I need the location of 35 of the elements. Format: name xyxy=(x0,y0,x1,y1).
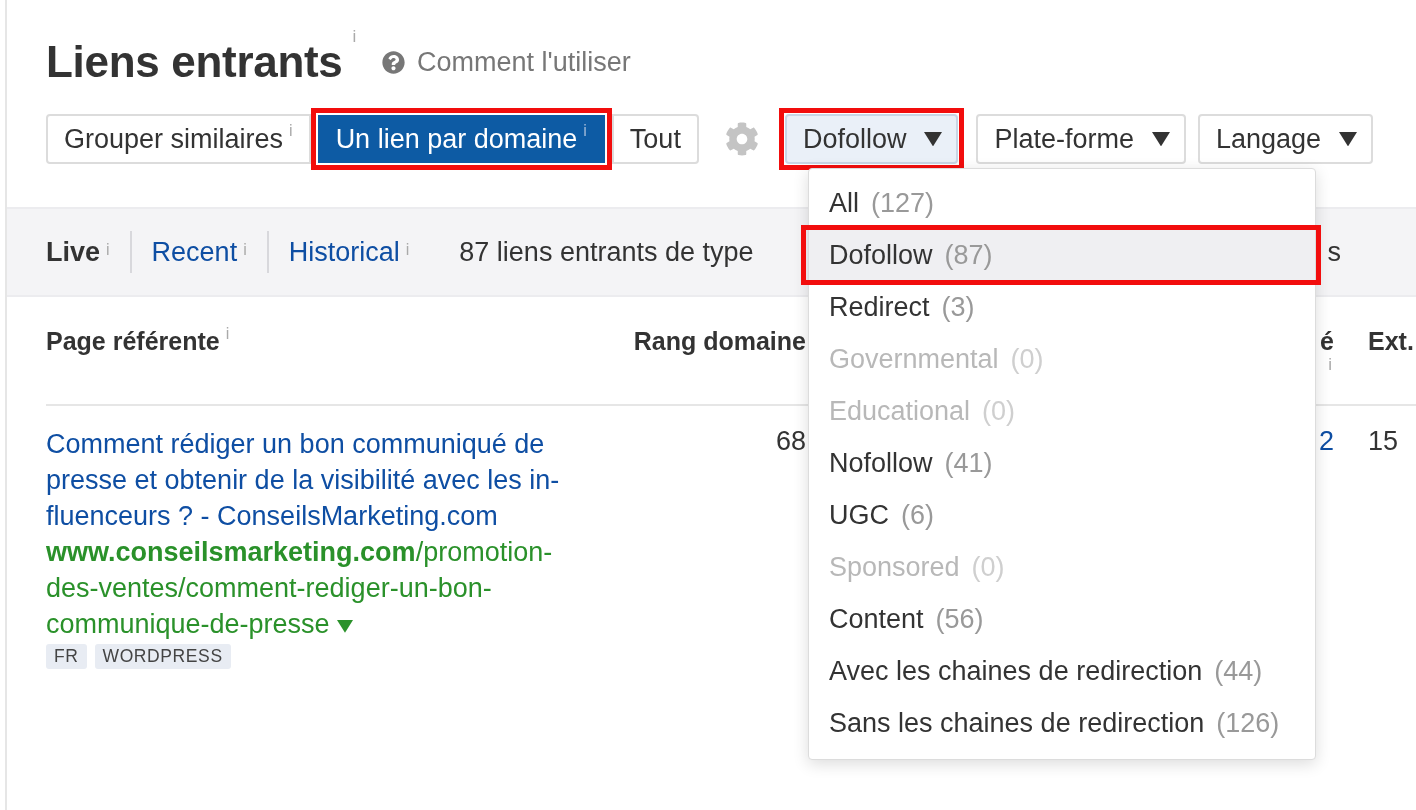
summary-text: 87 liens entrants de type xyxy=(459,236,754,268)
filter-dropdown[interactable]: Dofollow xyxy=(784,114,959,164)
mode-button[interactable]: Grouper similaires $^{i}$ xyxy=(46,114,311,164)
page-url-link[interactable]: www.conseilsmarketing.com/promotion-des-ventes/comment-rediger-un-bon-communique-de-presse xyxy=(46,534,590,642)
mode-button[interactable]: Un lien par domaine $^{i}$ xyxy=(317,115,605,163)
caret-icon xyxy=(924,131,943,147)
menu-item[interactable]: UGC (6) xyxy=(809,489,1315,541)
caret-icon xyxy=(1152,131,1170,147)
menu-item[interactable]: Sans les chaines de redirection (126) xyxy=(809,697,1315,749)
view-tab[interactable]: Recent $^{i}$ xyxy=(129,231,267,273)
filter-dropdown[interactable]: Langage xyxy=(1198,114,1374,164)
menu-item[interactable]: Nofollow (41) xyxy=(809,437,1315,489)
caret-icon xyxy=(1339,131,1358,147)
menu-item[interactable]: All (127) xyxy=(809,177,1315,229)
view-tab[interactable]: Historical $^{i}$ xyxy=(266,231,430,273)
view-tab[interactable]: Live $^{i}$ xyxy=(46,231,130,273)
caret-icon xyxy=(337,620,354,633)
mode-button[interactable]: Tout xyxy=(611,114,699,164)
page-title-link[interactable]: Comment rédiger un bon communiqué de presse et obtenir de la visibilité avec les in-fluenceurs ? - ConseilsMarketing.com xyxy=(46,426,590,534)
settings-icon[interactable] xyxy=(724,122,759,156)
menu-item[interactable]: Avec les chaines de redirection (44) xyxy=(809,645,1315,697)
tag: WORDPRESS xyxy=(94,644,231,669)
column-header[interactable]: Ext. xyxy=(1334,297,1416,406)
domain-rating-cell-text: 68 xyxy=(774,425,806,458)
menu-item[interactable]: Redirect (3) xyxy=(809,281,1315,333)
summary-text: s xyxy=(1327,236,1341,268)
menu-item[interactable]: Content (56) xyxy=(809,593,1315,645)
help-link[interactable]: Comment l'utiliser xyxy=(382,46,631,78)
filter-dropdown[interactable]: Plate-forme xyxy=(976,114,1186,164)
column-header[interactable]: Page référente $^{i}$ xyxy=(46,297,626,406)
column-header[interactable]: é xyxy=(1320,327,1334,355)
help-icon xyxy=(382,50,406,74)
table-cell-text: 15 xyxy=(1367,425,1400,458)
tag: FR xyxy=(46,644,87,669)
column-header[interactable]: Rang domaine xyxy=(626,297,806,406)
